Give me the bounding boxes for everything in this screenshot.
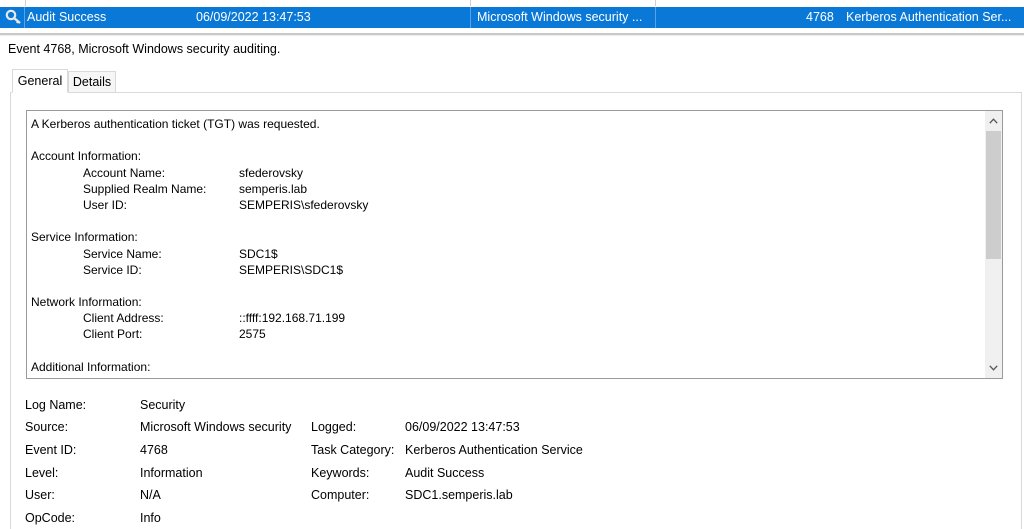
description-line: Client Port: 2575 [83, 327, 266, 342]
pane-splitter-shadow [0, 35, 1024, 36]
opcode-label: OpCode: [25, 511, 76, 525]
scrollbar-thumb[interactable] [986, 131, 1001, 259]
keywords-label: Keywords: [311, 466, 370, 480]
log-name-value: Security [140, 398, 186, 412]
column-divider [25, 0, 26, 6]
description-line: Service Information: [31, 230, 138, 245]
computer-value: SDC1.semperis.lab [405, 488, 513, 502]
description-line: Supplied Realm Name: semperis.lab [83, 181, 308, 196]
description-line: Service Name: SDC1$ [83, 246, 278, 261]
column-divider [470, 7, 471, 28]
description-line: Service ID: SEMPERIS\SDC1$ [83, 262, 344, 277]
tab-general[interactable]: General [12, 69, 68, 93]
logged-label: Logged: [311, 420, 357, 434]
description-line: User ID: SEMPERIS\sfederovsky [83, 197, 369, 212]
description-line [31, 213, 981, 229]
event-id-value: 4768 [140, 443, 168, 457]
computer-label: Computer: [311, 488, 370, 502]
description-line: Client Address:::ffff:192.168.71.199 [83, 311, 346, 326]
keywords-value: Audit Success [405, 466, 485, 480]
tab-details[interactable]: Details [68, 71, 116, 92]
tab-strip-line [10, 92, 1022, 93]
source-label: Source: [25, 420, 69, 434]
logged-value: 06/09/2022 13:47:53 [405, 420, 520, 434]
user-label: User: [25, 488, 55, 502]
event-title: Event 4768, Microsoft Windows security a… [8, 42, 281, 56]
source-value: Microsoft Windows security [140, 420, 292, 434]
event-id-label: Event ID: [25, 443, 77, 457]
event-description-text: A Kerberos authentication ticket (TGT) w… [31, 116, 981, 375]
log-name-label: Log Name: [25, 398, 87, 412]
description-line: Network Information: [31, 295, 142, 310]
event-task-category-cell: Kerberos Authentication Ser... [846, 10, 1012, 24]
event-source-cell: Microsoft Windows security ... [477, 10, 643, 24]
description-line: A Kerberos authentication ticket (TGT) w… [31, 117, 320, 131]
description-line [31, 278, 981, 294]
description-scrollbar[interactable] [985, 111, 1002, 378]
description-line: Account Name: sfederovsky [83, 165, 304, 180]
event-description-box[interactable]: A Kerberos authentication ticket (TGT) w… [26, 110, 1003, 379]
description-line [31, 343, 981, 359]
task-category-label: Task Category: [311, 443, 395, 457]
level-label: Level: [25, 466, 59, 480]
previous-row-strip [0, 0, 1024, 7]
user-value: N/A [140, 488, 161, 502]
chevron-up-icon[interactable] [985, 113, 1002, 130]
description-line [31, 132, 981, 148]
column-divider [655, 0, 656, 6]
event-id-cell: 4768 [806, 10, 834, 24]
key-icon [5, 9, 23, 25]
chevron-down-icon[interactable] [985, 360, 1002, 377]
column-divider [24, 7, 25, 28]
event-date-cell: 06/09/2022 13:47:53 [196, 10, 311, 24]
description-line: Additional Information: [31, 359, 151, 374]
event-level-cell: Audit Success [27, 10, 107, 24]
description-line: Account Information: [31, 149, 142, 164]
column-divider [470, 0, 471, 6]
opcode-value: Info [140, 511, 161, 525]
level-value: Information [140, 466, 203, 480]
column-divider [655, 7, 656, 28]
selected-event-row[interactable]: Audit Success 06/09/2022 13:47:53 Micros… [0, 7, 1024, 28]
task-category-value: Kerberos Authentication Service [405, 443, 583, 457]
